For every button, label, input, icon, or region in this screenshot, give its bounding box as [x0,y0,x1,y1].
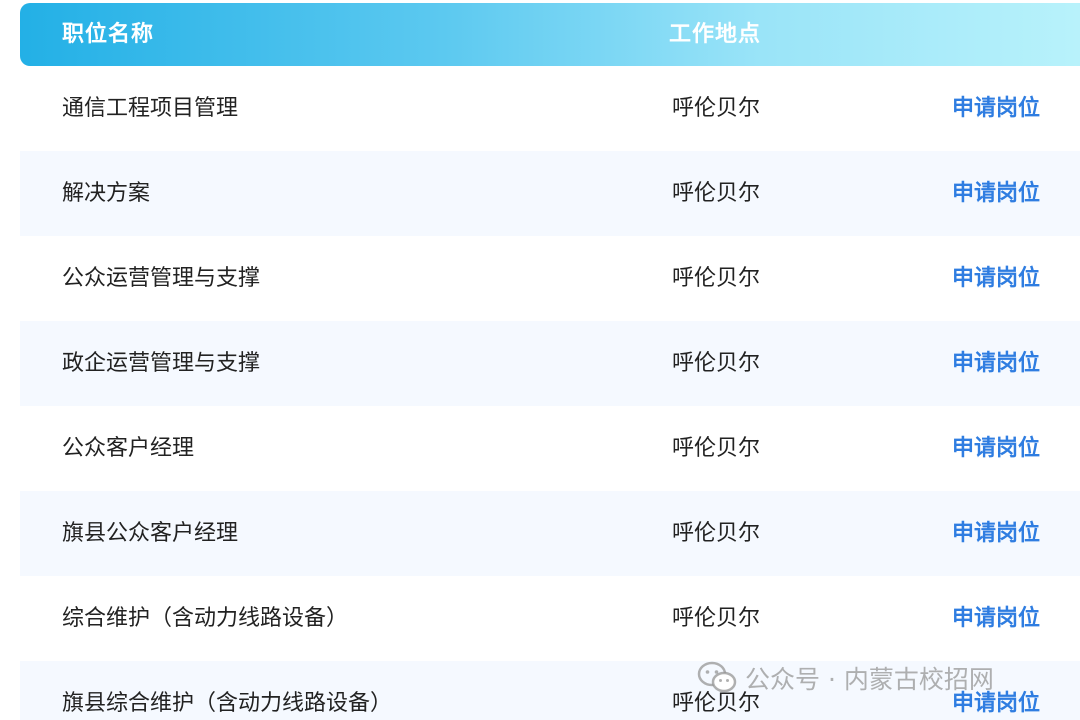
job-title-cell: 公众客户经理 [62,436,195,461]
watermark: 公众号 · 内蒙古校招网 [697,658,994,698]
location-cell: 呼伦贝尔 [672,521,761,546]
table-row: 公众客户经理 呼伦贝尔 申请岗位 [20,406,1080,491]
location-cell: 呼伦贝尔 [672,96,761,121]
job-title-cell: 旗县综合维护（含动力线路设备） [62,691,393,716]
job-title-cell: 解决方案 [62,181,151,206]
table-row: 通信工程项目管理 呼伦贝尔 申请岗位 [20,66,1080,151]
location-cell: 呼伦贝尔 [672,351,761,376]
apply-link[interactable]: 申请岗位 [952,576,1040,661]
job-title-cell: 通信工程项目管理 [62,96,239,121]
apply-link[interactable]: 申请岗位 [952,406,1040,491]
job-title-cell: 公众运营管理与支撑 [62,266,261,291]
apply-link[interactable]: 申请岗位 [952,491,1040,576]
job-table: 职位名称 工作地点 通信工程项目管理 呼伦贝尔 申请岗位 解决方案 呼伦贝尔 申… [20,0,1080,720]
location-cell: 呼伦贝尔 [672,436,761,461]
job-title-cell: 政企运营管理与支撑 [62,351,261,376]
watermark-text: 公众号 · 内蒙古校招网 [745,665,994,694]
location-cell: 呼伦贝尔 [672,181,761,206]
table-row: 公众运营管理与支撑 呼伦贝尔 申请岗位 [20,236,1080,321]
location-cell: 呼伦贝尔 [672,606,761,631]
apply-link[interactable]: 申请岗位 [952,151,1040,236]
wechat-icon [697,661,737,695]
table-row: 解决方案 呼伦贝尔 申请岗位 [20,151,1080,236]
table-row: 旗县公众客户经理 呼伦贝尔 申请岗位 [20,491,1080,576]
table-header: 职位名称 工作地点 [20,3,1080,66]
table-row: 综合维护（含动力线路设备） 呼伦贝尔 申请岗位 [20,576,1080,661]
apply-link[interactable]: 申请岗位 [952,236,1040,321]
apply-link[interactable]: 申请岗位 [952,66,1040,151]
table-row: 政企运营管理与支撑 呼伦贝尔 申请岗位 [20,321,1080,406]
job-title-cell: 综合维护（含动力线路设备） [62,606,349,631]
header-job-title: 职位名称 [62,22,155,47]
apply-link[interactable]: 申请岗位 [952,321,1040,406]
job-title-cell: 旗县公众客户经理 [62,521,239,546]
header-location: 工作地点 [669,22,762,47]
location-cell: 呼伦贝尔 [672,266,761,291]
